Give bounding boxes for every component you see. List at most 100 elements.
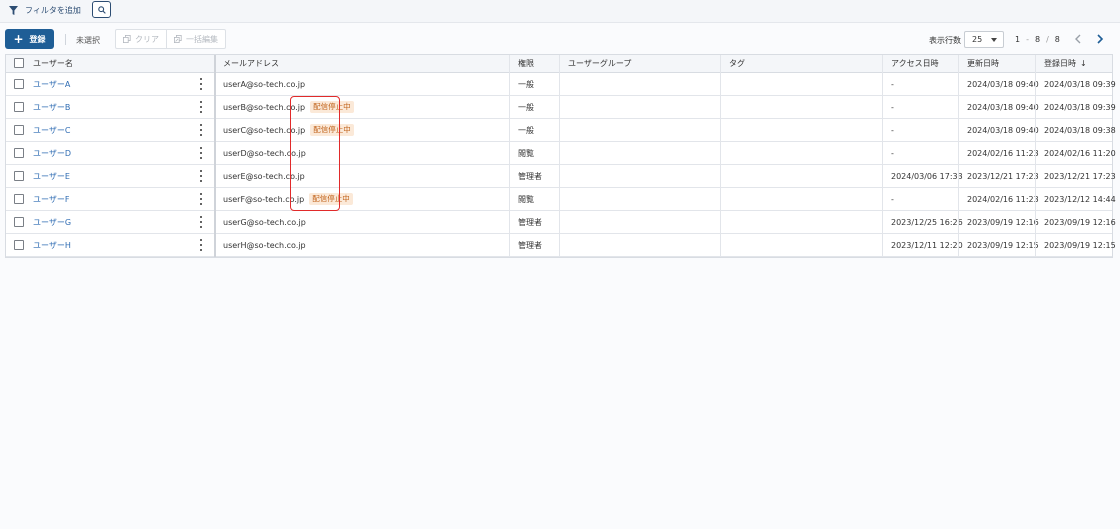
- row-checkbox[interactable]: [14, 171, 24, 181]
- user-group-cell: [561, 211, 568, 233]
- toolbar-divider: [65, 34, 66, 45]
- row-checkbox[interactable]: [14, 240, 24, 250]
- row-checkbox[interactable]: [14, 217, 24, 227]
- registered-datetime-cell: 2023/12/21 17:23: [1044, 171, 1116, 181]
- tag-cell: [722, 142, 729, 164]
- user-name-link[interactable]: ユーザーB: [26, 96, 70, 118]
- row-checkbox[interactable]: [14, 102, 24, 112]
- user-name-link[interactable]: ユーザーC: [26, 119, 70, 141]
- user-name-link[interactable]: ユーザーA: [26, 73, 70, 95]
- header-updated-datetime[interactable]: 更新日時: [960, 55, 999, 72]
- tag-cell: [722, 96, 729, 118]
- clear-button[interactable]: クリア: [116, 30, 166, 48]
- add-filter-label: フィルタを追加: [25, 5, 81, 15]
- access-datetime-cell: -: [891, 125, 894, 135]
- column-divider: [1035, 55, 1036, 257]
- rows-per-page-label: 表示行数: [929, 36, 961, 45]
- user-group-cell: [561, 119, 568, 141]
- header-registered-datetime[interactable]: 登録日時 ↓: [1037, 55, 1087, 72]
- role-cell: 管理者: [518, 217, 542, 227]
- user-group-cell: [561, 142, 568, 164]
- email-cell: userC@so-tech.co.jp 配信停止中: [216, 119, 354, 141]
- registered-datetime-cell: 2023/09/19 12:16: [1044, 217, 1116, 227]
- updated-datetime-cell: 2023/09/19 12:16: [967, 217, 1039, 227]
- search-button[interactable]: [92, 1, 111, 18]
- access-datetime-cell: 2024/03/06 17:33: [891, 171, 963, 181]
- email-cell: userA@so-tech.co.jp: [216, 73, 305, 95]
- email-cell: userD@so-tech.co.jp: [216, 142, 306, 164]
- user-group-cell: [561, 73, 568, 95]
- row-checkbox[interactable]: [14, 194, 24, 204]
- chevron-left-icon: [1075, 34, 1081, 44]
- selection-status: 未選択: [76, 36, 100, 45]
- access-datetime-cell: -: [891, 102, 894, 112]
- user-group-cell: [561, 234, 568, 256]
- header-role[interactable]: 権限: [511, 55, 534, 72]
- unsubscribed-badge: 配信停止中: [309, 193, 353, 205]
- column-divider: [214, 55, 216, 257]
- rows-per-page-select[interactable]: 25: [964, 31, 1004, 48]
- email-text: userE@so-tech.co.jp: [223, 171, 305, 181]
- more-vertical-icon[interactable]: [199, 239, 203, 251]
- tag-cell: [722, 211, 729, 233]
- access-datetime-cell: 2023/12/11 12:20: [891, 240, 963, 250]
- access-datetime-cell: -: [891, 148, 894, 158]
- header-email[interactable]: メールアドレス: [216, 55, 279, 72]
- more-vertical-icon[interactable]: [199, 124, 203, 136]
- email-cell: userH@so-tech.co.jp: [216, 234, 306, 256]
- user-name-link[interactable]: ユーザーH: [26, 234, 71, 256]
- row-checkbox[interactable]: [14, 125, 24, 135]
- user-group-cell: [561, 188, 568, 210]
- filter-icon: [9, 5, 18, 15]
- column-divider: [882, 55, 883, 257]
- header-user-group[interactable]: ユーザーグループ: [561, 55, 631, 72]
- user-name-link[interactable]: ユーザーF: [26, 188, 69, 210]
- tag-cell: [722, 165, 729, 187]
- more-vertical-icon[interactable]: [199, 170, 203, 182]
- copy-icon: [123, 35, 131, 43]
- header-access-datetime[interactable]: アクセス日時: [884, 55, 939, 72]
- registered-datetime-cell: 2023/09/19 12:15: [1044, 240, 1116, 250]
- range-dash: -: [1026, 35, 1029, 44]
- user-name-link[interactable]: ユーザーG: [26, 211, 71, 233]
- role-cell: 一般: [518, 125, 534, 135]
- more-vertical-icon[interactable]: [199, 78, 203, 90]
- registered-datetime-cell: 2024/03/18 09:38: [1044, 125, 1116, 135]
- user-name-link[interactable]: ユーザーD: [26, 142, 71, 164]
- header-tag[interactable]: タグ: [722, 55, 745, 72]
- column-divider: [509, 55, 510, 257]
- user-group-cell: [561, 165, 568, 187]
- header-username[interactable]: ユーザー名: [26, 55, 73, 72]
- user-name-link[interactable]: ユーザーE: [26, 165, 70, 187]
- bulk-edit-label: 一括編集: [186, 34, 218, 44]
- sort-desc-icon: ↓: [1080, 59, 1087, 68]
- next-page-button[interactable]: [1095, 33, 1105, 45]
- search-icon: [97, 5, 106, 14]
- row-checkbox[interactable]: [14, 148, 24, 158]
- register-label: 登録: [29, 34, 46, 44]
- rows-per-page-value: 25: [972, 35, 983, 44]
- role-cell: 閲覧: [518, 148, 534, 158]
- more-vertical-icon[interactable]: [199, 101, 203, 113]
- email-text: userC@so-tech.co.jp: [223, 125, 306, 135]
- email-cell: userE@so-tech.co.jp: [216, 165, 305, 187]
- tag-cell: [722, 188, 729, 210]
- toolbar: + 登録 未選択 クリア 一括編集 表示行数 25 1 - 8 / 8: [0, 23, 1120, 54]
- register-button[interactable]: + 登録: [5, 29, 54, 49]
- select-all-checkbox[interactable]: [14, 58, 24, 68]
- updated-datetime-cell: 2024/03/18 09:40: [967, 125, 1039, 135]
- email-cell: userG@so-tech.co.jp: [216, 211, 306, 233]
- row-checkbox[interactable]: [14, 79, 24, 89]
- more-vertical-icon[interactable]: [199, 216, 203, 228]
- more-vertical-icon[interactable]: [199, 147, 203, 159]
- access-datetime-cell: -: [891, 194, 894, 204]
- pagination-range: 1 - 8 / 8: [1015, 35, 1060, 44]
- prev-page-button[interactable]: [1073, 33, 1083, 45]
- bulk-edit-button[interactable]: 一括編集: [166, 30, 225, 48]
- registered-datetime-cell: 2024/03/18 09:39: [1044, 102, 1116, 112]
- add-filter-button[interactable]: フィルタを追加: [9, 4, 81, 16]
- column-divider: [559, 55, 560, 257]
- email-text: userG@so-tech.co.jp: [223, 217, 306, 227]
- chevron-right-icon: [1097, 34, 1104, 44]
- more-vertical-icon[interactable]: [199, 193, 203, 205]
